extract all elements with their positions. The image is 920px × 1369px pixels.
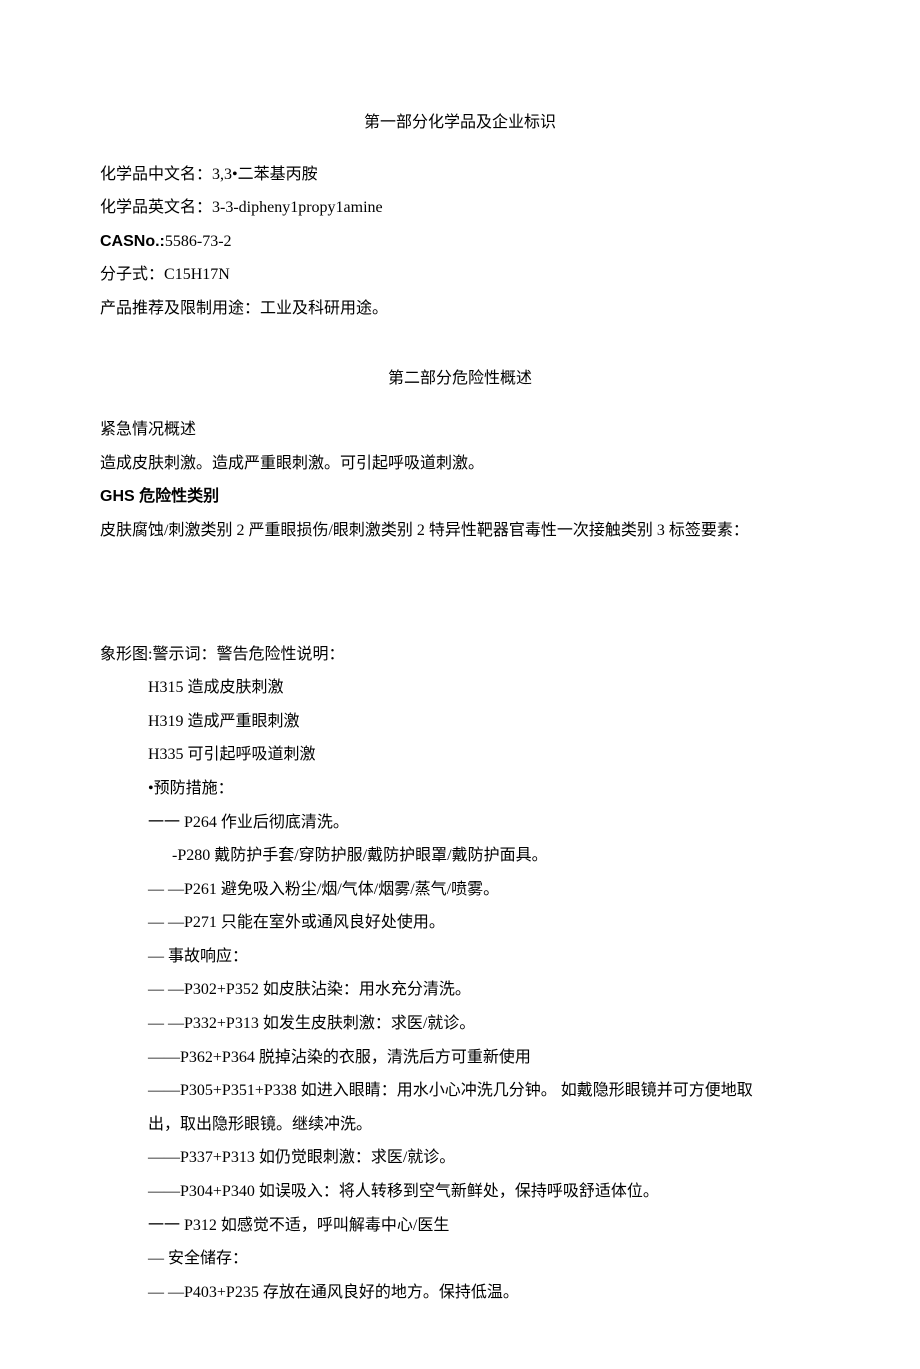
p280-line: -P280 戴防护手套/穿防护服/戴防护眼罩/戴防护面具。 xyxy=(100,839,820,873)
emergency-text: 造成皮肤刺激。造成严重眼刺激。可引起呼吸道刺激。 xyxy=(100,447,820,481)
p337-line: ——P337+P313 如仍觉眼刺激：求医/就诊。 xyxy=(100,1141,820,1175)
p304-line: ——P304+P340 如误吸入：将人转移到空气新鲜处，保持呼吸舒适体位。 xyxy=(100,1175,820,1209)
cas-line: CASNo.:5586-73-2 xyxy=(100,225,820,259)
ghs-heading: GHS 危险性类别 xyxy=(100,480,820,514)
emergency-heading: 紧急情况概述 xyxy=(100,413,820,447)
p312-line: 一一 P312 如感觉不适，呼叫解毒中心/医生 xyxy=(100,1209,820,1243)
precaution-heading: •预防措施： xyxy=(100,772,820,806)
cas-label: CASNo.: xyxy=(100,233,165,250)
chem-name-cn: 化学品中文名：3,3•二苯基丙胺 xyxy=(100,158,820,192)
chem-name-en-label: 化学品英文名： xyxy=(100,199,212,216)
formula-label: 分子式： xyxy=(100,266,164,283)
formula-line: 分子式：C15H17N xyxy=(100,258,820,292)
hazard-h319: H319 造成严重眼刺激 xyxy=(100,705,820,739)
ghs-text: 皮肤腐蚀/刺激类别 2 严重眼损伤/眼刺激类别 2 特异性靶器官毒性一次接触类别… xyxy=(100,514,820,548)
use-line: 产品推荐及限制用途：工业及科研用途。 xyxy=(100,292,820,326)
p271-line: — —P271 只能在室外或通风良好处使用。 xyxy=(100,906,820,940)
cas-value: 5586-73-2 xyxy=(165,233,232,250)
document-page: 第一部分化学品及企业标识 化学品中文名：3,3•二苯基丙胺 化学品英文名：3-3… xyxy=(0,0,920,1369)
use-value: 工业及科研用途。 xyxy=(260,300,388,317)
chem-name-cn-label: 化学品中文名： xyxy=(100,166,212,183)
p362-line: ——P362+P364 脱掉沾染的衣服，清洗后方可重新使用 xyxy=(100,1041,820,1075)
formula-value: C15H17N xyxy=(164,266,230,283)
hazard-h335: H335 可引起呼吸道刺激 xyxy=(100,738,820,772)
p305-line: ——P305+P351+P338 如进入眼睛：用水小心冲洗几分钟。 如戴隐形眼镜… xyxy=(100,1074,820,1108)
chem-name-cn-value: 3,3•二苯基丙胺 xyxy=(212,166,318,183)
use-label: 产品推荐及限制用途： xyxy=(100,300,260,317)
response-heading: — 事故响应： xyxy=(100,940,820,974)
p302-line: — —P302+P352 如皮肤沾染：用水充分清洗。 xyxy=(100,973,820,1007)
chem-name-en: 化学品英文名：3-3-dipheny1propy1amine xyxy=(100,191,820,225)
hazard-h315: H315 造成皮肤刺激 xyxy=(100,671,820,705)
section1-title: 第一部分化学品及企业标识 xyxy=(100,106,820,140)
p332-line: — —P332+P313 如发生皮肤刺激：求医/就诊。 xyxy=(100,1007,820,1041)
chem-name-en-value: 3-3-dipheny1propy1amine xyxy=(212,199,383,216)
p305b-line: 出，取出隐形眼镜。继续冲洗。 xyxy=(100,1108,820,1142)
p261-line: — —P261 避免吸入粉尘/烟/气体/烟雾/蒸气/喷雾。 xyxy=(100,873,820,907)
p403-line: — —P403+P235 存放在通风良好的地方。保持低温。 xyxy=(100,1276,820,1310)
storage-heading: — 安全储存： xyxy=(100,1242,820,1276)
p264-line: 一一 P264 作业后彻底清洗。 xyxy=(100,806,820,840)
pictogram-line: 象形图:警示词：警告危险性说明： xyxy=(100,638,820,672)
section2-title: 第二部分危险性概述 xyxy=(100,362,820,396)
